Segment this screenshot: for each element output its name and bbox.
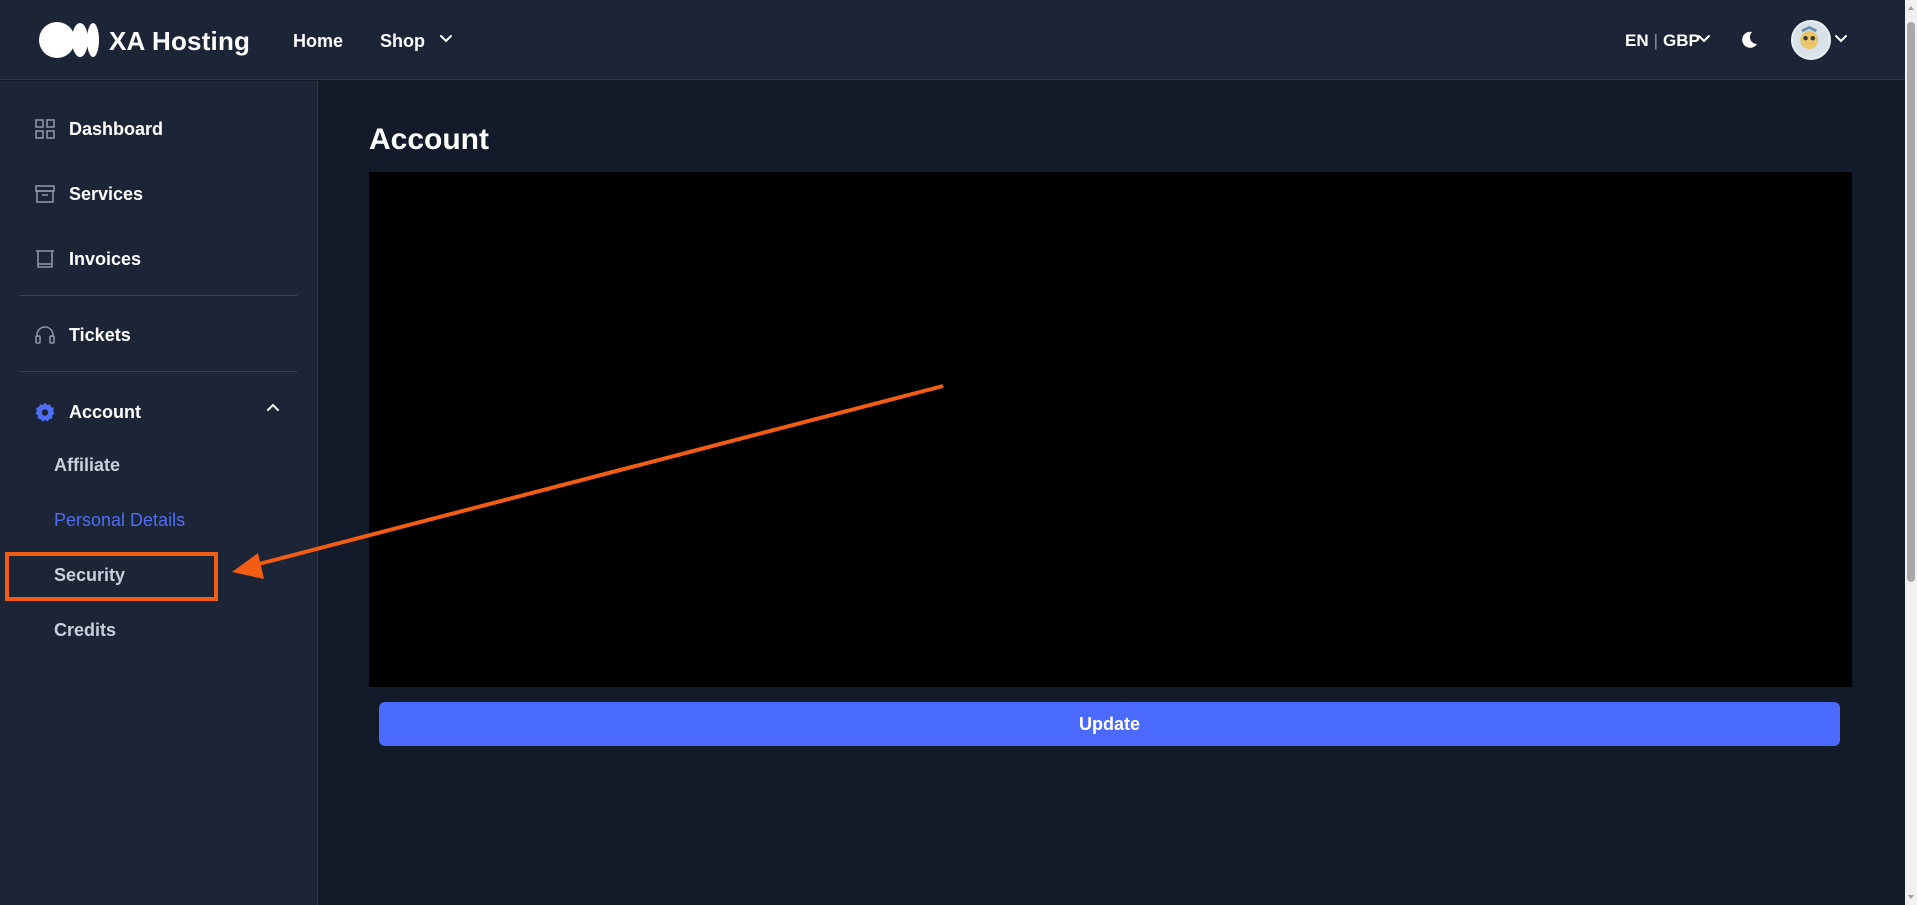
language-label: EN (1625, 31, 1649, 50)
redacted-form-area (369, 172, 1852, 687)
gear-icon (35, 402, 55, 422)
scrollbar[interactable] (1905, 0, 1917, 905)
nav-shop-link[interactable]: Shop (380, 31, 425, 52)
sidebar-subitem-personal-details[interactable]: Personal Details (54, 510, 185, 531)
nav-home-link[interactable]: Home (293, 31, 343, 52)
sidebar-item-tickets[interactable]: Tickets (34, 320, 294, 350)
sidebar-item-services[interactable]: Services (34, 179, 294, 209)
scroll-down-arrow-icon[interactable] (1907, 893, 1915, 901)
sidebar-item-dashboard[interactable]: Dashboard (34, 114, 294, 144)
archive-box-icon (35, 185, 55, 203)
moon-icon[interactable] (1738, 29, 1760, 51)
sidebar-item-label: Invoices (69, 248, 142, 269)
headset-icon (35, 326, 55, 344)
sidebar-divider (19, 371, 298, 372)
chevron-down-icon[interactable] (1834, 34, 1848, 44)
sidebar-item-label: Tickets (69, 324, 131, 345)
scroll-up-arrow-icon[interactable] (1907, 4, 1915, 12)
currency-label: GBP (1663, 31, 1700, 50)
chevron-up-icon[interactable] (266, 403, 280, 413)
grid-icon (35, 119, 55, 139)
brand-name[interactable]: XA Hosting (109, 26, 250, 57)
top-header: XA Hosting Home Shop EN | GBP (0, 0, 1905, 80)
sidebar-subitem-affiliate[interactable]: Affiliate (54, 455, 120, 476)
language-currency-selector[interactable]: EN | GBP (1625, 31, 1700, 51)
sidebar-divider (19, 295, 298, 296)
logo-icon[interactable] (38, 21, 100, 59)
sidebar-item-label: Services (69, 183, 144, 204)
update-button[interactable]: Update (379, 702, 1840, 746)
page-title: Account (369, 123, 489, 156)
sidebar-item-invoices[interactable]: Invoices (34, 244, 294, 274)
separator: | (1653, 31, 1659, 50)
avatar-image (1793, 22, 1826, 55)
sidebar-subitem-credits[interactable]: Credits (54, 620, 116, 641)
sidebar: Dashboard Services Invoices Tickets Acco… (0, 81, 318, 905)
chevron-down-icon[interactable] (1697, 34, 1711, 44)
avatar[interactable] (1791, 20, 1831, 60)
sidebar-item-label: Account (69, 401, 141, 422)
receipt-icon (36, 250, 54, 268)
scrollbar-thumb[interactable] (1907, 22, 1915, 582)
sidebar-item-label: Dashboard (69, 118, 164, 139)
chevron-down-icon[interactable] (438, 33, 454, 45)
sidebar-item-account[interactable]: Account (34, 397, 294, 427)
annotation-highlight-box (5, 552, 218, 601)
